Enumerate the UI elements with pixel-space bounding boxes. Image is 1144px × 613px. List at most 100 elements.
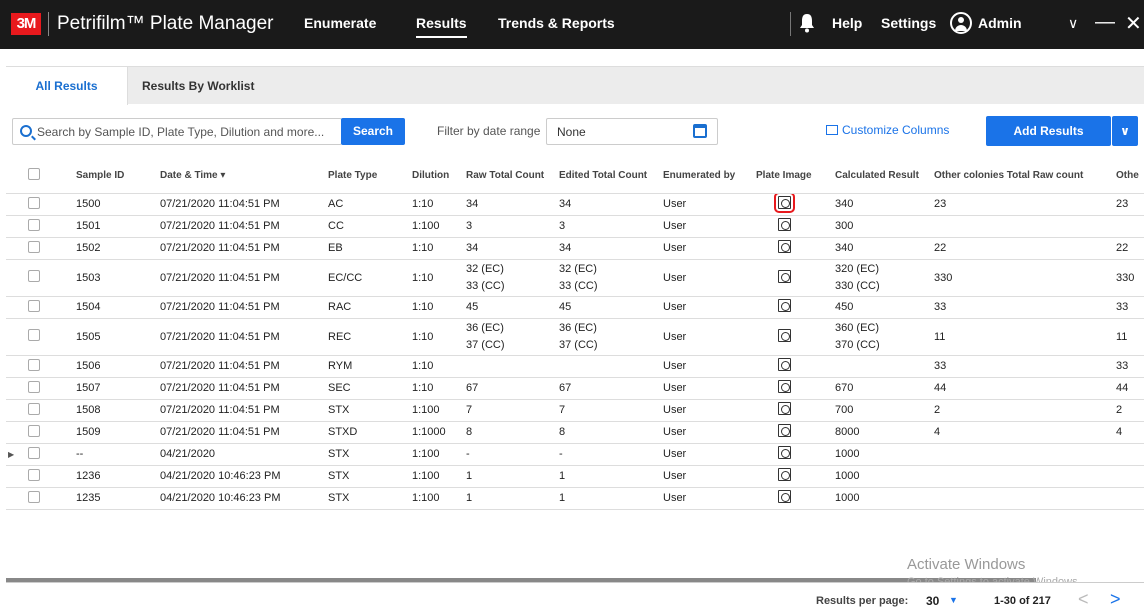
help-link[interactable]: Help: [832, 15, 862, 31]
plate-image-icon[interactable]: [778, 468, 791, 481]
table-row[interactable]: 1501 07/21/2020 11:04:51 PM CC 1:100 3 3 User 3…: [6, 215, 1144, 238]
edited-total-count-cell: 8: [557, 421, 661, 444]
plate-image-icon[interactable]: [778, 299, 791, 312]
next-page-icon[interactable]: >: [1110, 589, 1121, 610]
calculated-result-cell: 450: [833, 296, 932, 319]
calculated-result-cell-line: 340: [835, 241, 854, 254]
select-all-checkbox[interactable]: [28, 168, 40, 181]
nav-trends-reports[interactable]: Trends & Reports: [498, 15, 615, 31]
table-row[interactable]: ▶ -- 04/21/2020 STX 1:100- - User 1000: [6, 443, 1144, 466]
date-time-cell: 04/21/2020 10:46:23 PM: [158, 465, 326, 488]
tab-results-by-worklist[interactable]: Results By Worklist: [128, 67, 268, 105]
add-results-button[interactable]: Add Results: [986, 116, 1111, 146]
table-row[interactable]: 1502 07/21/2020 11:04:51 PM EB 1:10 34 34 User…: [6, 237, 1144, 260]
plate-type-cell: CC: [326, 215, 410, 238]
calculated-result-cell: [833, 355, 932, 378]
app-title: Petrifilm™ Plate Manager: [48, 12, 273, 36]
plate-image-icon[interactable]: [778, 269, 791, 283]
plate-image-icon[interactable]: [774, 193, 795, 213]
caret-down-icon[interactable]: ▼: [949, 595, 958, 605]
user-avatar-icon[interactable]: [950, 12, 972, 34]
plate-image-icon[interactable]: [778, 218, 791, 231]
col-header[interactable]: Othe: [1114, 159, 1144, 194]
table-row[interactable]: 1504 07/21/2020 11:04:51 PM RAC 1:10 45 45 Use…: [6, 296, 1144, 319]
plate-image-icon[interactable]: [778, 358, 791, 371]
other-cell: [1114, 215, 1144, 238]
chevron-down-icon[interactable]: ∨: [1068, 15, 1078, 32]
col-header[interactable]: Plate Type: [326, 159, 410, 194]
nav-enumerate[interactable]: Enumerate: [304, 15, 376, 31]
sample-id-cell: 1236: [74, 465, 158, 488]
table-row[interactable]: 1508 07/21/2020 11:04:51 PM STX 1:100 7 7 User…: [6, 399, 1144, 422]
settings-link[interactable]: Settings: [881, 15, 936, 31]
col-header[interactable]: Raw Total Count: [464, 159, 557, 194]
row-checkbox[interactable]: [28, 299, 40, 312]
row-checkbox[interactable]: [28, 358, 40, 371]
plate-image-icon[interactable]: [778, 490, 791, 503]
table-row[interactable]: 1500 07/21/2020 11:04:51 PM AC 1:10 34 34 User…: [6, 193, 1144, 216]
edited-total-count-cell: 7: [557, 399, 661, 422]
raw-total-count-cell: 7: [464, 399, 557, 422]
plate-image-icon[interactable]: [778, 380, 791, 393]
table-row[interactable]: 1507 07/21/2020 11:04:51 PM SEC 1:10 67 67 Use…: [6, 377, 1144, 400]
row-checkbox[interactable]: [28, 490, 40, 503]
calculated-result-cell: 8000: [833, 421, 932, 444]
header-select-all[interactable]: [26, 159, 74, 194]
table-row[interactable]: 1509 07/21/2020 11:04:51 PM STXD 1:1000 8 8 Us…: [6, 421, 1144, 444]
prev-page-icon[interactable]: <: [1078, 589, 1089, 610]
col-header[interactable]: Date & Time ▾: [158, 159, 326, 194]
row-checkbox[interactable]: [28, 329, 40, 341]
customize-columns-link[interactable]: Customize Columns: [826, 123, 949, 137]
3m-logo: 3M: [11, 13, 41, 35]
raw-total-count-cell: 34: [464, 237, 557, 260]
table-row[interactable]: 1503 07/21/2020 11:04:51 PM EC/CC 1:10 32 (E…: [6, 259, 1144, 297]
col-header[interactable]: Edited Total Count: [557, 159, 661, 194]
tab-all-results[interactable]: All Results: [6, 67, 128, 105]
row-checkbox[interactable]: [28, 196, 40, 209]
bell-icon[interactable]: [798, 13, 816, 33]
row-checkbox[interactable]: [28, 424, 40, 437]
date-range-field[interactable]: None: [546, 118, 718, 145]
table-row[interactable]: 1505 07/21/2020 11:04:51 PM REC 1:10 36 (EC)…: [6, 318, 1144, 356]
row-arrow-cell: [6, 193, 26, 216]
row-arrow-cell: [6, 237, 26, 260]
row-select-cell: [26, 237, 74, 260]
edited-total-count-cell: 1: [557, 465, 661, 488]
nav-results[interactable]: Results: [416, 15, 467, 38]
col-header[interactable]: Other colonies Total Raw count: [932, 159, 1114, 194]
table-row[interactable]: 1236 04/21/2020 10:46:23 PM STX 1:100 1 1 User…: [6, 465, 1144, 488]
search-button[interactable]: Search: [341, 118, 405, 145]
add-results-dropdown-chevron-icon[interactable]: ∨: [1112, 116, 1138, 146]
plate-image-icon[interactable]: [778, 446, 791, 459]
row-checkbox[interactable]: [28, 446, 40, 459]
col-header[interactable]: Calculated Result: [833, 159, 932, 194]
plate-image-icon[interactable]: [778, 240, 791, 253]
plate-image-icon[interactable]: [778, 402, 791, 415]
row-checkbox[interactable]: [28, 240, 40, 253]
col-header[interactable]: Sample ID: [74, 159, 158, 194]
col-header[interactable]: Enumerated by: [661, 159, 754, 194]
close-icon[interactable]: ✕: [1125, 11, 1142, 36]
row-checkbox[interactable]: [28, 218, 40, 231]
results-per-page-select[interactable]: 30: [926, 594, 939, 608]
col-header[interactable]: Plate Image: [754, 159, 833, 194]
edited-total-count-cell: -: [557, 443, 661, 466]
row-checkbox[interactable]: [28, 380, 40, 393]
minimize-icon[interactable]: —: [1095, 11, 1115, 34]
table-row[interactable]: 1506 07/21/2020 11:04:51 PM RYM 1:10 User 33 3…: [6, 355, 1144, 378]
calendar-icon[interactable]: [693, 124, 707, 138]
col-header[interactable]: Dilution: [410, 159, 464, 194]
plate-image-icon[interactable]: [778, 424, 791, 437]
other-colonies-cell: 4: [932, 421, 1114, 444]
row-checkbox[interactable]: [28, 270, 40, 282]
plate-image-icon[interactable]: [778, 328, 791, 342]
edited-total-count-cell-line: 3: [559, 219, 566, 232]
row-checkbox[interactable]: [28, 402, 40, 415]
edited-total-count-cell: [557, 355, 661, 378]
calculated-result-cell: 360 (EC) 370 (CC): [833, 318, 932, 356]
row-checkbox[interactable]: [28, 468, 40, 481]
user-name[interactable]: Admin: [978, 15, 1022, 31]
search-input[interactable]: [37, 119, 337, 144]
edited-total-count-cell: 1: [557, 487, 661, 510]
table-row[interactable]: 1235 04/21/2020 10:46:23 PM STX 1:100 1 1 User…: [6, 487, 1144, 510]
